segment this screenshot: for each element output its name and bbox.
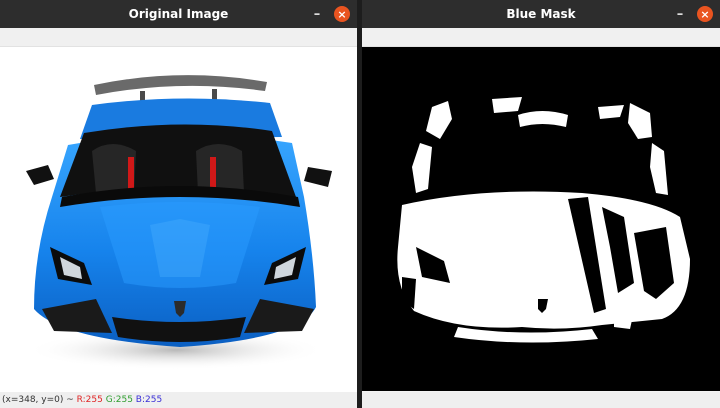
toolbar <box>0 28 357 47</box>
minimize-icon[interactable]: – <box>673 8 687 21</box>
pixel-blue-value: B:255 <box>135 395 163 405</box>
mask-image <box>362 47 720 391</box>
title-bar[interactable]: Blue Mask – × <box>362 0 720 28</box>
pixel-coordinates: (x=348, y=0) ~ <box>2 395 74 405</box>
title-bar[interactable]: Original Image – × <box>0 0 357 28</box>
car-image <box>26 75 332 370</box>
pixel-green-value: G:255 <box>105 395 133 405</box>
close-icon[interactable]: × <box>697 6 713 22</box>
toolbar <box>362 28 720 47</box>
window-title: Original Image <box>128 7 229 21</box>
status-bar: (x=348, y=0) ~ R:255 G:255 B:255 <box>0 392 357 408</box>
blue-mask-window: Blue Mask – × <box>362 0 720 408</box>
status-bar <box>362 392 720 408</box>
mask-canvas[interactable] <box>362 47 720 391</box>
minimize-icon[interactable]: – <box>310 8 324 21</box>
pixel-red-value: R:255 <box>76 395 103 405</box>
original-image-window: Original Image – × (x=348, y=0) ~ R:255 … <box>0 0 357 408</box>
window-title: Blue Mask <box>506 7 576 21</box>
close-icon[interactable]: × <box>334 6 350 22</box>
image-canvas[interactable] <box>0 47 357 392</box>
